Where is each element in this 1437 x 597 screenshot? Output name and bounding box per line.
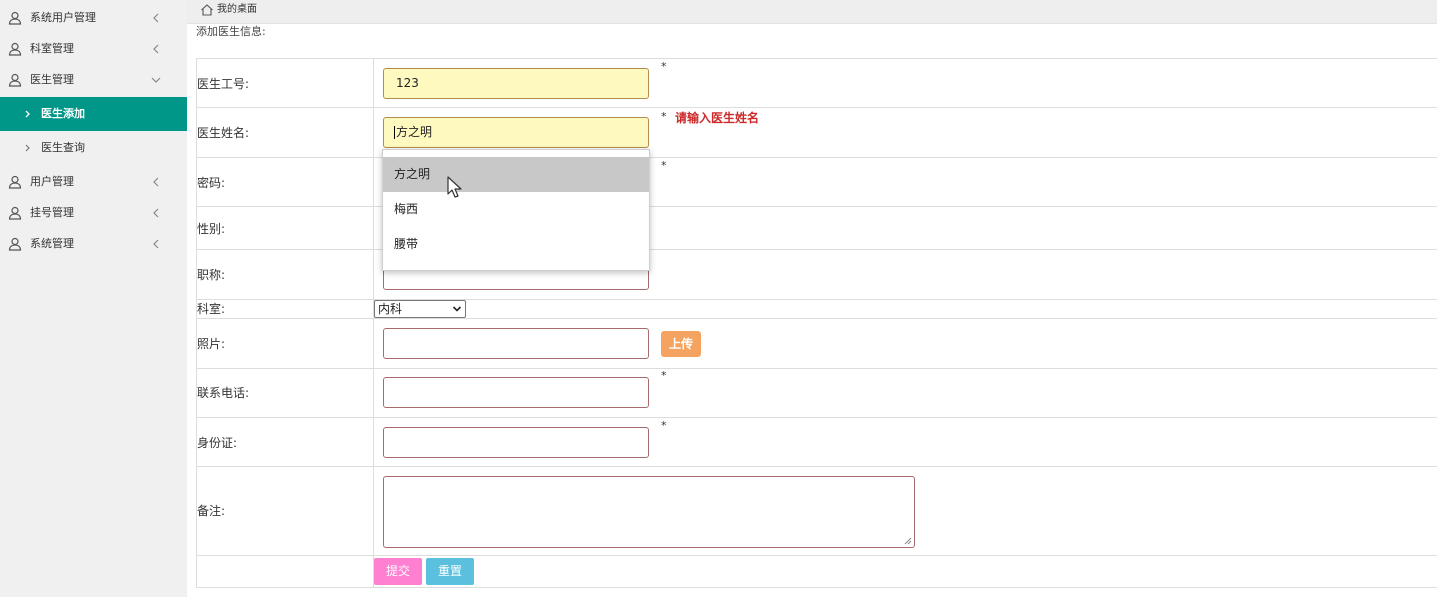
table-border: [196, 466, 1437, 467]
sidebar-item-label: 用户管理: [30, 175, 74, 188]
table-border: [373, 58, 374, 588]
autocomplete-option[interactable]: 方之明: [383, 157, 649, 192]
doctor-id-input[interactable]: 123: [383, 68, 649, 99]
chevron-down-icon: [452, 306, 462, 312]
table-border: [196, 555, 1437, 556]
label-department: 科室:: [197, 302, 226, 316]
sidebar-item-label: 系统用户管理: [30, 11, 96, 24]
chevron-down-icon: [151, 77, 161, 83]
chevron-left-icon: [153, 177, 159, 187]
label-phone: 联系电话:: [197, 386, 250, 400]
sidebar-item-users[interactable]: 用户管理: [0, 166, 187, 198]
chevron-left-icon: [153, 239, 159, 249]
required-mark: *: [661, 419, 667, 432]
photo-input[interactable]: [383, 328, 649, 359]
sidebar-subitem-label: 医生查询: [41, 141, 85, 154]
sidebar: 系统用户管理 科室管理 医生管理 医生添加 医生查询 用户管理 挂号管理 系统管…: [0, 0, 187, 597]
sidebar-item-system-users[interactable]: 系统用户管理: [0, 2, 187, 34]
doctor-name-input[interactable]: 方之明: [383, 117, 649, 148]
sidebar-item-doctors[interactable]: 医生管理: [0, 64, 187, 96]
label-remark: 备注:: [197, 504, 226, 518]
chevron-left-icon: [153, 208, 159, 218]
sidebar-subitem-add-doctor[interactable]: 医生添加: [0, 97, 187, 131]
table-border: [196, 587, 1437, 588]
department-select-value: 内科: [378, 302, 403, 316]
chevron-right-icon: [25, 144, 30, 152]
user-icon: [8, 73, 22, 87]
label-doctor-id: 医生工号:: [197, 77, 250, 91]
sidebar-subitem-query-doctor[interactable]: 医生查询: [0, 131, 187, 165]
required-mark: *: [661, 159, 667, 172]
table-border: [196, 417, 1437, 418]
sidebar-item-label: 医生管理: [30, 73, 74, 86]
sidebar-item-label: 科室管理: [30, 42, 74, 55]
label-gender: 性别:: [197, 222, 226, 236]
sidebar-item-system[interactable]: 系统管理: [0, 228, 187, 260]
sidebar-item-label: 挂号管理: [30, 206, 74, 219]
name-error-message: 请输入医生姓名: [675, 111, 760, 125]
table-border: [196, 368, 1437, 369]
label-doctor-name: 医生姓名:: [197, 126, 250, 140]
breadcrumb-home[interactable]: 我的桌面: [217, 4, 257, 16]
user-icon: [8, 237, 22, 251]
text-caret: [394, 126, 395, 139]
table-border: [196, 58, 1437, 59]
autocomplete-option[interactable]: 腰带: [383, 227, 649, 262]
id-card-input[interactable]: [383, 427, 649, 458]
required-mark: *: [661, 110, 667, 123]
reset-button[interactable]: 重置: [426, 558, 474, 585]
chevron-right-icon: [25, 110, 30, 118]
autocomplete-dropdown: 方之明 梅西 腰带: [382, 149, 650, 271]
label-title: 职称:: [197, 268, 226, 282]
user-icon: [8, 11, 22, 25]
mouse-pointer-icon: [447, 176, 462, 198]
resize-grip-icon[interactable]: [904, 537, 912, 545]
chevron-left-icon: [153, 13, 159, 23]
upload-button[interactable]: 上传: [661, 331, 701, 357]
table-border: [196, 318, 1437, 319]
sidebar-item-label: 系统管理: [30, 237, 74, 250]
submit-button[interactable]: 提交: [374, 558, 422, 585]
department-select[interactable]: 内科: [374, 300, 466, 318]
user-icon: [8, 206, 22, 220]
user-icon: [8, 42, 22, 56]
sidebar-item-registration[interactable]: 挂号管理: [0, 197, 187, 229]
table-border: [196, 107, 1437, 108]
chevron-left-icon: [153, 44, 159, 54]
remark-textarea[interactable]: [383, 476, 915, 548]
autocomplete-option[interactable]: 梅西: [383, 192, 649, 227]
label-password: 密码:: [197, 176, 226, 190]
label-id-card: 身份证:: [197, 436, 238, 450]
form-title: 添加医生信息:: [196, 25, 266, 38]
sidebar-item-departments[interactable]: 科室管理: [0, 33, 187, 65]
phone-input[interactable]: [383, 377, 649, 408]
breadcrumb: 我的桌面: [187, 0, 1437, 24]
sidebar-subitem-label: 医生添加: [41, 107, 85, 120]
required-mark: *: [661, 369, 667, 382]
user-icon: [8, 175, 22, 189]
required-mark: *: [661, 60, 667, 73]
label-photo: 照片:: [197, 337, 226, 351]
home-icon: [201, 4, 213, 16]
